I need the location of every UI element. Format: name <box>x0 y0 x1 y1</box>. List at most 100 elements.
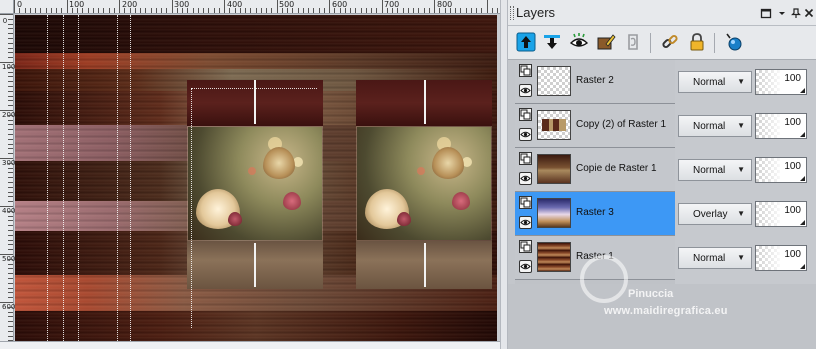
ruler-tick <box>8 153 13 155</box>
protect-transparency-icon <box>628 34 638 50</box>
ruler-tick <box>19 8 21 13</box>
horizontal-ruler[interactable]: 0 100 200 300 400 500 600 700 800 <box>14 0 500 14</box>
ruler-tick <box>8 186 13 188</box>
ruler-tick <box>8 234 13 236</box>
ruler-tick <box>203 8 204 13</box>
blend-mode-select[interactable]: Normal ▼ <box>678 159 752 181</box>
ruler-tick <box>413 8 414 13</box>
ruler-tick <box>155 8 157 13</box>
ruler-tick <box>376 8 378 13</box>
ruler-tick <box>8 201 13 203</box>
ruler-tick <box>486 0 488 13</box>
move-layer-up-button[interactable] <box>515 31 537 53</box>
ruler-tick <box>8 143 13 145</box>
watermark-url: www.maidiregrafica.eu <box>604 305 728 317</box>
image-canvas[interactable] <box>15 15 497 341</box>
opacity-field[interactable]: 100 <box>755 245 807 271</box>
layer-link-icon[interactable] <box>519 240 532 253</box>
layer-row-raster-3[interactable]: Raster 3 <box>515 192 675 236</box>
ruler-tick <box>8 230 13 231</box>
ruler-tick <box>0 254 13 255</box>
ruler-tick <box>8 263 13 265</box>
dropdown-arrow-icon: ▼ <box>737 253 745 262</box>
toolbar-separator <box>650 33 651 53</box>
layer-thumbnail <box>537 154 571 184</box>
ruler-tick <box>8 47 13 49</box>
ruler-tick <box>476 8 477 13</box>
ruler-tick <box>302 8 304 13</box>
opacity-field[interactable]: 100 <box>755 69 807 95</box>
eye-icon[interactable] <box>519 84 532 97</box>
ruler-tick <box>8 33 13 35</box>
eye-icon[interactable] <box>519 172 532 185</box>
ruler-tick <box>8 220 13 222</box>
close-icon[interactable] <box>803 7 815 19</box>
ruler-tick <box>8 81 13 83</box>
eye-icon[interactable] <box>519 216 532 229</box>
dropdown-arrow-icon[interactable] <box>776 7 788 19</box>
vertical-ruler[interactable]: 0 100 200 300 400 500 600 <box>0 14 15 342</box>
ruler-tick <box>8 134 13 135</box>
restore-icon[interactable] <box>760 7 772 19</box>
move-layer-down-icon <box>544 35 560 49</box>
layer-properties-raster-1: Normal ▼ 100 <box>675 236 816 280</box>
grip-handle-icon[interactable] <box>510 6 514 20</box>
move-layer-up-icon <box>516 32 536 52</box>
ruler-tick <box>323 8 325 13</box>
ruler-tick <box>334 8 336 13</box>
ruler-tick <box>8 239 13 241</box>
horizontal-scrollbar[interactable] <box>0 341 500 349</box>
opacity-field[interactable]: 100 <box>755 201 807 227</box>
lock-button[interactable] <box>686 31 708 53</box>
guide-line <box>78 15 79 341</box>
layer-link-icon[interactable] <box>519 152 532 165</box>
layer-link-icon[interactable] <box>519 196 532 209</box>
ruler-tick <box>344 8 346 13</box>
new-layer-button[interactable] <box>723 31 745 53</box>
guide-line <box>47 15 48 341</box>
layer-row-copie-de-raster-1[interactable]: Copie de Raster 1 <box>515 148 675 192</box>
ruler-tick <box>470 8 472 13</box>
ruler-tick <box>8 268 13 270</box>
link-button[interactable] <box>659 31 681 53</box>
blend-mode-select[interactable]: Overlay ▼ <box>678 203 752 225</box>
panel-splitter[interactable] <box>500 0 508 349</box>
dropdown-arrow-icon: ▼ <box>737 209 745 218</box>
ruler-tick <box>8 52 13 54</box>
layer-link-icon[interactable] <box>519 108 532 121</box>
layer-thumbnail <box>537 198 571 228</box>
move-layer-down-button[interactable] <box>541 31 563 53</box>
protect-transparency-button[interactable] <box>622 31 644 53</box>
ruler-tick <box>145 8 147 13</box>
blend-mode-select[interactable]: Normal ▼ <box>678 115 752 137</box>
opacity-field[interactable]: 100 <box>755 113 807 139</box>
ruler-tick <box>8 42 13 44</box>
edit-selection-button[interactable] <box>595 31 617 53</box>
ruler-tick <box>481 8 483 13</box>
ruler-tick <box>40 8 42 13</box>
eye-icon[interactable] <box>519 260 532 273</box>
ruler-tick <box>218 8 220 13</box>
layers-toolbar <box>508 26 816 60</box>
ruler-tick <box>439 8 441 13</box>
ruler-tick <box>8 57 13 59</box>
ruler-tick <box>428 8 430 13</box>
layer-row-raster-2[interactable]: Raster 2 <box>515 60 675 104</box>
layer-properties-raster-2: Normal ▼ 100 <box>675 60 816 104</box>
ruler-tick <box>423 8 425 13</box>
ruler-tick <box>392 8 393 13</box>
layer-row-copy-2-of-raster-1[interactable]: Copy (2) of Raster 1 <box>515 104 675 148</box>
ruler-tick <box>360 8 362 13</box>
eye-icon[interactable] <box>519 128 532 141</box>
ruler-tick <box>187 8 189 13</box>
ruler-tick <box>92 8 94 13</box>
palette-title-bar[interactable]: Layers <box>508 0 816 26</box>
blend-mode-select[interactable]: Normal ▼ <box>678 247 752 269</box>
toggle-visibility-button[interactable] <box>568 31 590 53</box>
ruler-tick <box>8 273 13 275</box>
blend-mode-select[interactable]: Normal ▼ <box>678 71 752 93</box>
opacity-field[interactable]: 100 <box>755 157 807 183</box>
ruler-tick <box>8 278 13 279</box>
pin-icon[interactable] <box>790 7 802 19</box>
layer-link-icon[interactable] <box>519 64 532 77</box>
